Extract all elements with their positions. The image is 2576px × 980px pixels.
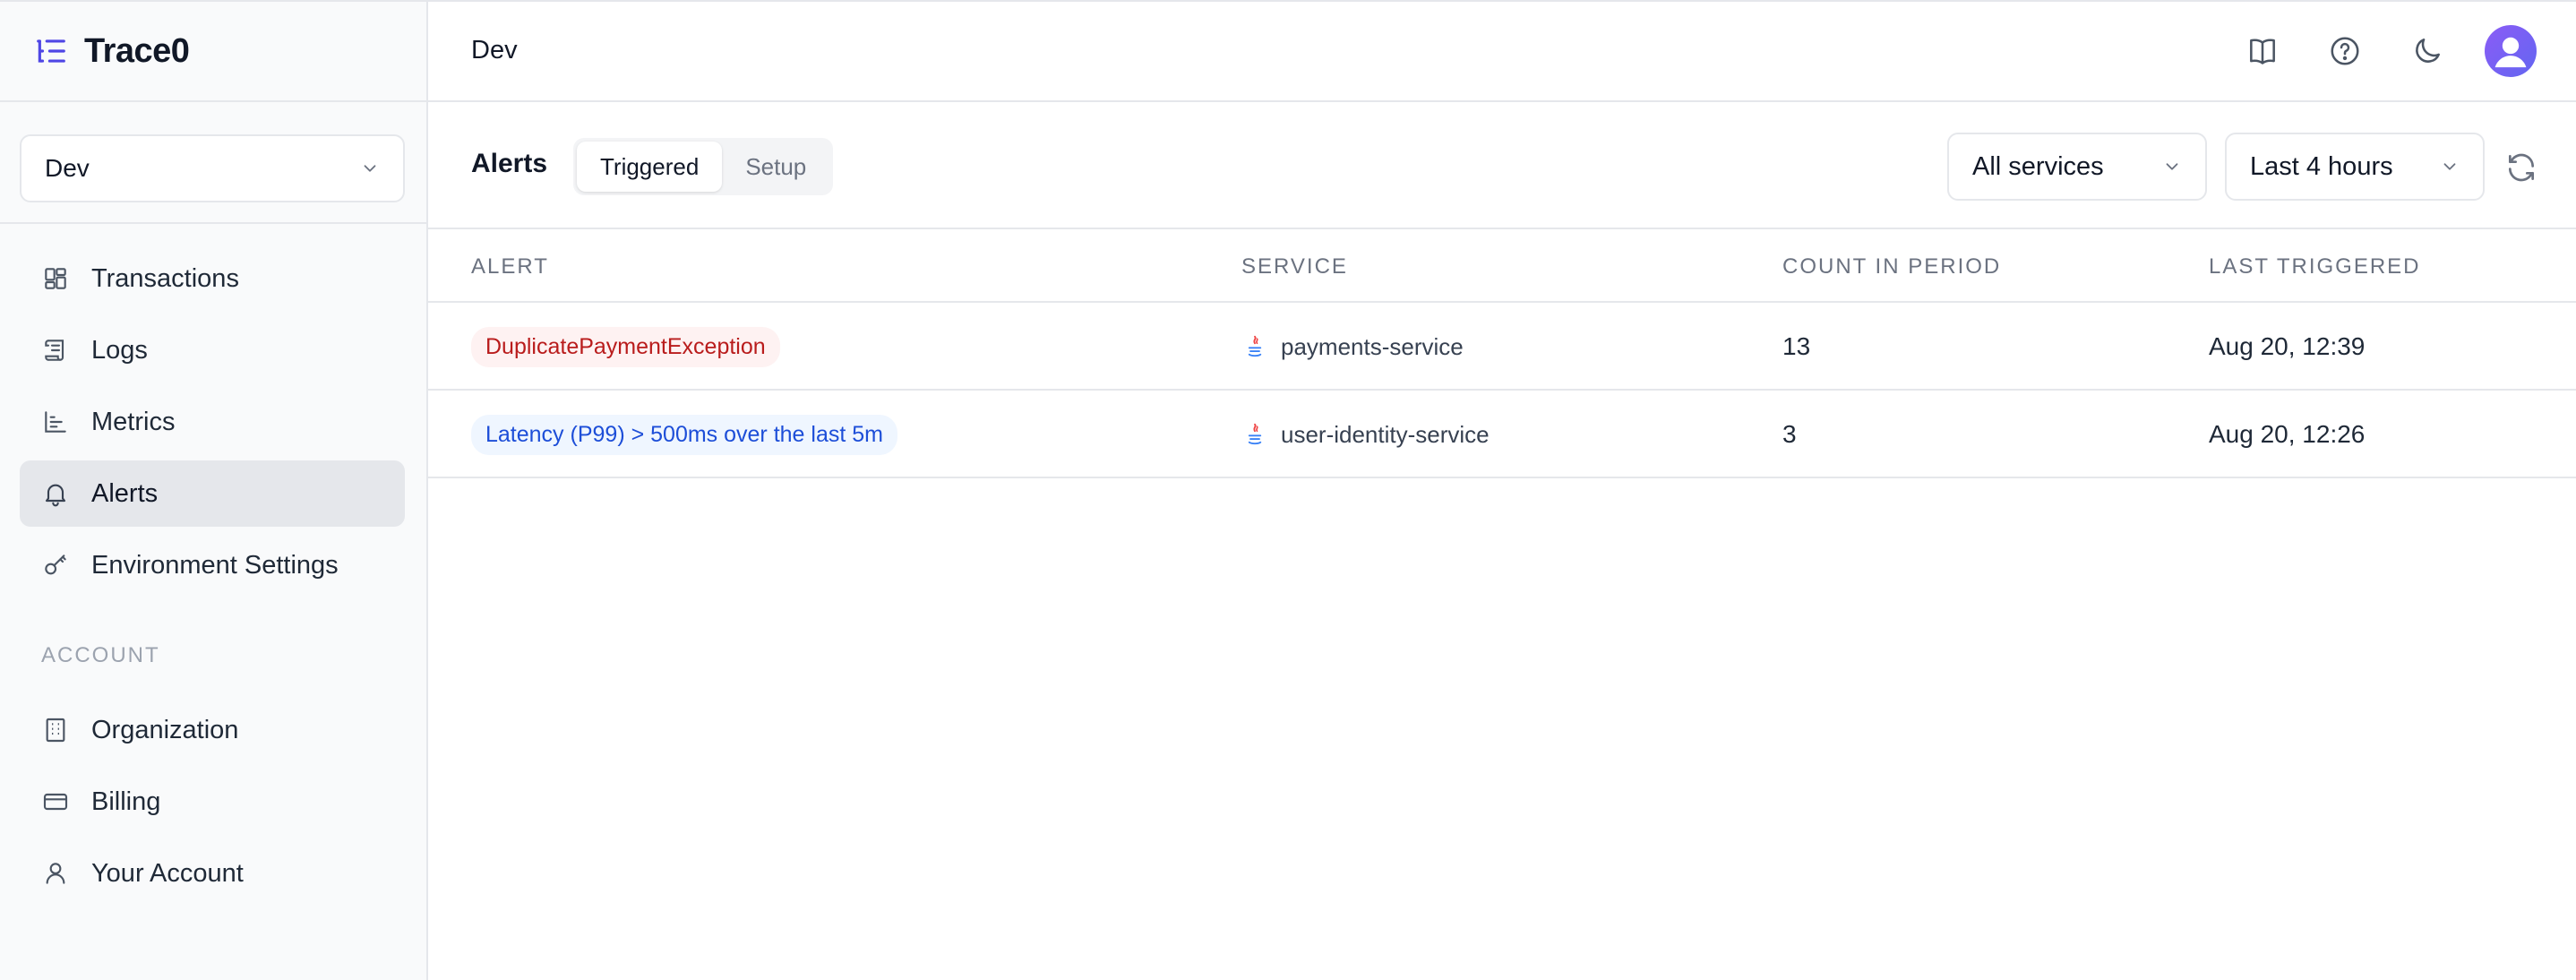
metrics-icon (41, 408, 70, 436)
building-icon (41, 716, 70, 744)
bell-icon (41, 479, 70, 508)
column-header-last-triggered[interactable]: LAST TRIGGERED (2209, 254, 2421, 279)
column-header-count[interactable]: COUNT IN PERIOD (1782, 254, 2001, 279)
main-nav: Transactions Logs Metrics Alerts Environ… (20, 245, 405, 604)
page-title: Dev (471, 36, 518, 64)
logs-icon (41, 336, 70, 365)
alert-cell: DuplicatePaymentException (471, 303, 780, 391)
tab-setup[interactable]: Setup (722, 142, 829, 192)
top-bar: Dev (428, 2, 2576, 102)
alerts-toolbar: Alerts Triggered Setup All services Last… (428, 102, 2576, 229)
help-button[interactable] (2320, 26, 2370, 76)
table-row[interactable]: Latency (P99) > 500ms over the last 5m u… (428, 391, 2576, 478)
alert-name-badge[interactable]: DuplicatePaymentException (471, 326, 780, 367)
top-bar-actions (2205, 25, 2537, 77)
chevron-down-icon (364, 165, 376, 172)
main-content: Dev Alerts Triggered Setup All services … (428, 2, 2576, 980)
app-window: Trace0 Dev Transactions Logs Metrics Ale… (0, 0, 2576, 980)
sidebar-item-label: Logs (91, 335, 148, 365)
services-filter-value: All services (1972, 151, 2104, 181)
tab-triggered[interactable]: Triggered (577, 142, 723, 192)
sidebar-item-transactions[interactable]: Transactions (20, 245, 405, 312)
sidebar: Trace0 Dev Transactions Logs Metrics Ale… (0, 2, 428, 980)
chevron-down-icon (2443, 163, 2456, 170)
sidebar-item-label: Organization (91, 715, 239, 744)
sidebar-item-alerts[interactable]: Alerts (20, 460, 405, 527)
account-section-label: ACCOUNT (41, 643, 160, 667)
sidebar-item-label: Billing (91, 787, 161, 816)
environment-select-value: Dev (45, 154, 90, 182)
sidebar-item-your-account[interactable]: Your Account (20, 840, 405, 907)
column-header-service[interactable]: SERVICE (1241, 254, 1348, 279)
time-range-value: Last 4 hours (2250, 151, 2393, 181)
services-filter-select[interactable]: All services (1947, 133, 2207, 201)
docs-button[interactable] (2237, 26, 2288, 76)
book-open-icon (2250, 39, 2275, 64)
environment-selector-wrap: Dev (0, 102, 426, 224)
account-nav: Organization Billing Your Account (20, 697, 405, 912)
sidebar-item-billing[interactable]: Billing (20, 769, 405, 835)
key-icon (41, 551, 70, 580)
alerts-table: ALERT SERVICE COUNT IN PERIOD LAST TRIGG… (428, 229, 2576, 478)
logo-icon (37, 39, 65, 63)
service-cell: payments-service (1241, 303, 1464, 391)
user-avatar-icon (2494, 37, 2527, 68)
moon-icon (2416, 39, 2440, 63)
transactions-icon (41, 264, 70, 293)
count-cell: 13 (1782, 332, 1811, 360)
last-triggered-cell: Aug 20, 12:26 (2209, 420, 2366, 448)
help-circle-icon (2331, 37, 2359, 65)
theme-toggle-button[interactable] (2402, 26, 2452, 76)
table-row[interactable]: DuplicatePaymentException payments-servi… (428, 303, 2576, 391)
count-cell: 3 (1782, 420, 1797, 448)
environment-select[interactable]: Dev (20, 134, 405, 202)
alert-cell: Latency (P99) > 500ms over the last 5m (471, 391, 897, 478)
section-title: Alerts (471, 149, 548, 178)
java-icon (1248, 423, 1262, 445)
avatar[interactable] (2485, 25, 2537, 77)
brand[interactable]: Trace0 (0, 2, 426, 102)
credit-card-icon (41, 787, 70, 816)
last-triggered-cell: Aug 20, 12:39 (2209, 332, 2366, 360)
sidebar-item-label: Your Account (91, 858, 244, 888)
column-header-alert[interactable]: ALERT (471, 254, 549, 279)
table-header: ALERT SERVICE COUNT IN PERIOD LAST TRIGG… (428, 229, 2576, 303)
brand-name: Trace0 (84, 31, 190, 70)
sidebar-item-logs[interactable]: Logs (20, 317, 405, 383)
chevron-down-icon (2166, 163, 2178, 170)
alerts-tab-group: Triggered Setup (573, 138, 834, 195)
service-cell: user-identity-service (1241, 391, 1490, 478)
sidebar-item-environment-settings[interactable]: Environment Settings (20, 532, 405, 598)
sidebar-item-label: Environment Settings (91, 550, 339, 580)
user-icon (41, 859, 70, 888)
sidebar-item-label: Metrics (91, 407, 176, 436)
sidebar-item-label: Alerts (91, 478, 159, 508)
java-icon (1248, 335, 1262, 357)
time-range-select[interactable]: Last 4 hours (2225, 133, 2485, 201)
sidebar-item-label: Transactions (91, 263, 239, 293)
service-name[interactable]: payments-service (1281, 333, 1464, 361)
refresh-icon[interactable] (2504, 150, 2538, 185)
alert-name-badge[interactable]: Latency (P99) > 500ms over the last 5m (471, 414, 897, 455)
service-name[interactable]: user-identity-service (1281, 421, 1490, 449)
sidebar-item-organization[interactable]: Organization (20, 697, 405, 763)
sidebar-item-metrics[interactable]: Metrics (20, 389, 405, 455)
